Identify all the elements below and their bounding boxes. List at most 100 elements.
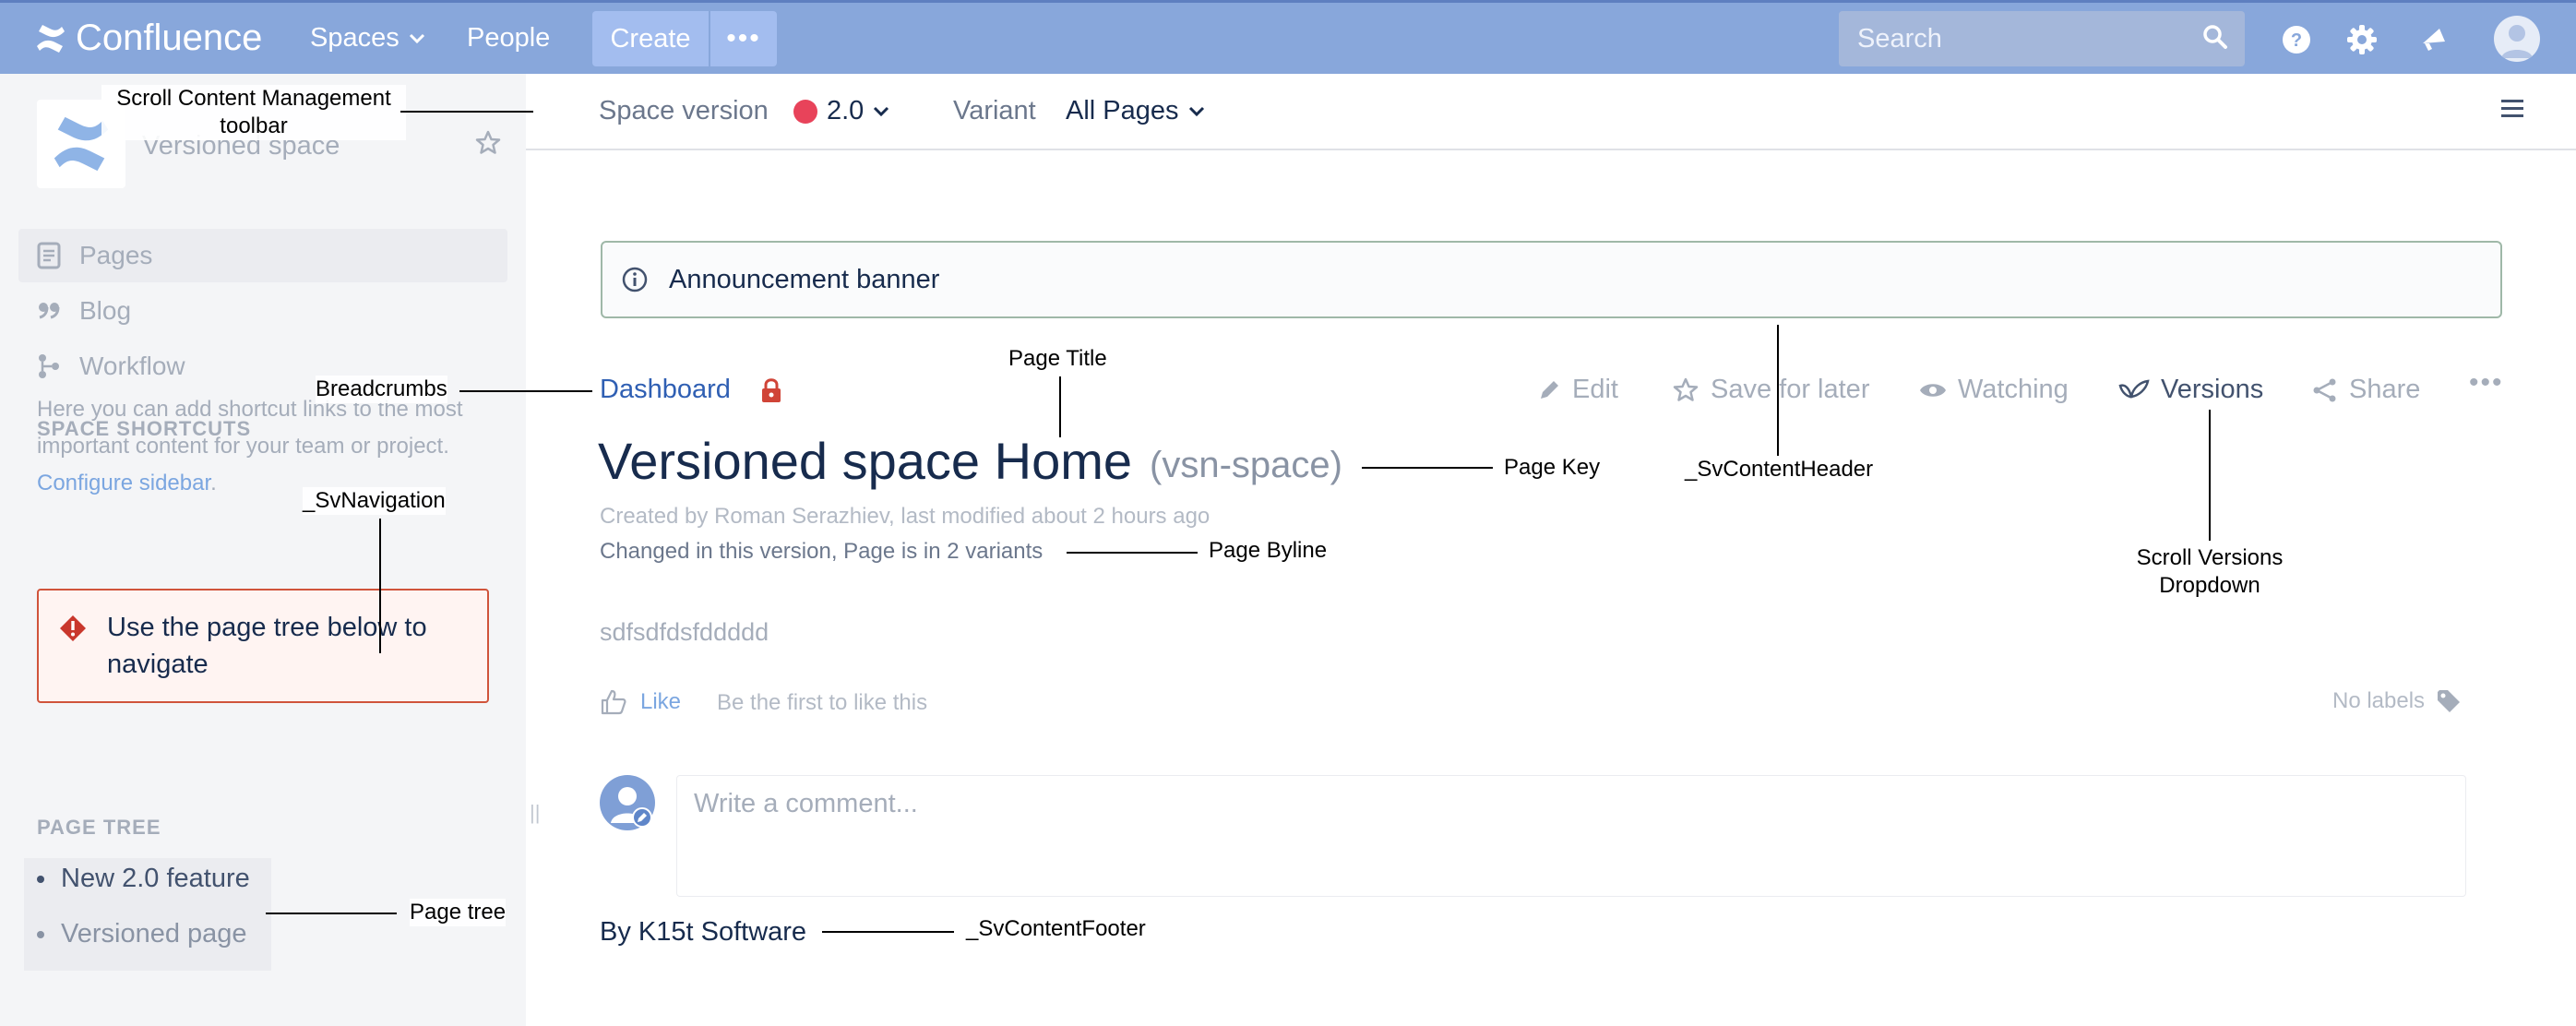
save-for-later-label: Save for later [1711, 375, 1870, 404]
page-key: (vsn-space) [1150, 445, 1342, 485]
page-tree-warning: Use the page tree below to navigate [37, 589, 489, 703]
sidebar-item-label: Workflow [79, 352, 185, 380]
content-footer: By K15t Software [600, 917, 807, 947]
labels-section[interactable]: No labels [2332, 688, 2462, 714]
page-body-text: sdfsdfdsfddddd [600, 618, 769, 646]
variant-value: All Pages [1066, 96, 1179, 125]
more-actions-button[interactable]: ••• [2469, 367, 2504, 399]
annotation-versions-dropdown: Scroll Versions Dropdown [2122, 544, 2297, 600]
star-icon [1673, 377, 1699, 401]
top-navigation-bar: Confluence Spaces People Create ••• ? [0, 0, 2576, 74]
search-box[interactable] [1839, 11, 2245, 66]
annotation-content-header: _SvContentHeader [1685, 456, 1874, 483]
search-icon[interactable] [2202, 24, 2228, 50]
annotation-line [459, 390, 592, 392]
annotation-page-tree: Page tree [410, 899, 507, 926]
space-version-dropdown[interactable]: 2.0 [793, 96, 889, 126]
configure-sidebar-suffix: . [210, 471, 217, 495]
annotation-page-key: Page Key [1504, 454, 1601, 482]
comment-input[interactable] [694, 789, 2449, 883]
search-input[interactable] [1857, 23, 2171, 54]
watching-button[interactable]: Watching [1919, 375, 2069, 405]
space-version-value: 2.0 [827, 96, 865, 125]
breadcrumb-dashboard[interactable]: Dashboard [600, 375, 731, 405]
configure-sidebar-link[interactable]: Configure sidebar [37, 471, 210, 495]
confluence-logo[interactable]: Confluence [35, 18, 262, 59]
sidebar-item-label: Pages [79, 241, 153, 269]
annotation-navigation: _SvNavigation [303, 487, 446, 515]
hamburger-menu-icon[interactable] [2500, 98, 2524, 120]
chevron-down-icon [874, 106, 889, 116]
space-shortcuts-description: Here you can add shortcut links to the m… [37, 391, 471, 502]
page-metadata-created: Created by Roman Serazhiev, last modifie… [600, 504, 1210, 529]
variant-label: Variant [953, 96, 1036, 125]
bullet-icon [37, 930, 44, 938]
page-tree-item-versioned-page[interactable]: Versioned page [37, 919, 247, 949]
annotation-line [1777, 325, 1779, 456]
create-more-button[interactable]: ••• [710, 11, 777, 66]
spaces-menu[interactable]: Spaces [310, 23, 425, 54]
page-byline: Changed in this version, Page is in 2 va… [600, 539, 1044, 564]
toolbar-divider [526, 149, 2576, 150]
tag-icon [2438, 690, 2461, 712]
annotation-line [266, 913, 397, 914]
create-button[interactable]: Create [592, 11, 709, 66]
space-shortcuts-text: Here you can add shortcut links to the m… [37, 397, 463, 459]
quote-icon [39, 303, 60, 319]
like-button[interactable]: Like [600, 688, 681, 716]
annotation-page-title: Page Title [1008, 345, 1107, 373]
like-label: Like [640, 689, 682, 714]
page-tree-item-label: Versioned page [61, 919, 247, 948]
notifications-megaphone-icon[interactable] [2415, 21, 2452, 58]
people-label: People [467, 23, 551, 53]
sidebar-item-label: Blog [79, 296, 132, 325]
sidebar-item-pages[interactable]: Pages [18, 229, 507, 282]
chevron-down-icon [409, 33, 424, 43]
annotation-breadcrumbs: Breadcrumbs [316, 376, 447, 403]
warning-text: Use the page tree below to navigate [107, 613, 427, 679]
user-avatar[interactable] [2494, 16, 2540, 62]
annotation-byline: Page Byline [1209, 537, 1328, 565]
confluence-logo-icon [37, 24, 65, 53]
help-icon[interactable]: ? [2278, 21, 2315, 58]
people-link[interactable]: People [467, 23, 550, 54]
like-note: Be the first to like this [717, 690, 928, 715]
annotation-line [1362, 467, 1493, 469]
annotation-line [2209, 410, 2211, 541]
thumbs-up-icon [601, 689, 626, 715]
user-avatar-icon [2501, 25, 2533, 58]
svg-text:?: ? [2291, 30, 2302, 51]
annotation-line [1059, 376, 1061, 437]
share-label: Share [2349, 375, 2421, 404]
page-icon [37, 242, 61, 269]
annotation-line [379, 519, 381, 653]
page-tree-item-new-feature[interactable]: New 2.0 feature [37, 864, 250, 894]
share-icon [2313, 378, 2336, 401]
edit-button[interactable]: Edit [1537, 375, 1618, 405]
versions-label: Versions [2161, 375, 2264, 404]
annotation-line [1067, 552, 1198, 554]
info-icon [622, 267, 648, 292]
edit-label: Edit [1572, 375, 1618, 404]
sidebar-item-blog[interactable]: Blog [18, 284, 507, 338]
favourite-star-icon[interactable] [474, 129, 502, 157]
share-button[interactable]: Share [2312, 375, 2420, 405]
version-status-dot [793, 99, 817, 124]
restriction-lock-icon[interactable] [759, 376, 783, 404]
versions-dropdown-button[interactable]: Versions [2118, 375, 2263, 405]
eye-icon [1920, 383, 1946, 397]
settings-gear-icon[interactable] [2343, 21, 2380, 58]
annotation-line [822, 931, 954, 933]
annotation-content-footer: _SvContentFooter [966, 915, 1146, 943]
pencil-icon [1541, 380, 1558, 399]
annotation-line [400, 111, 533, 113]
save-for-later-button[interactable]: Save for later [1672, 375, 1869, 405]
page-title: Versioned space Home [598, 432, 1133, 490]
brand-name: Confluence [76, 18, 263, 58]
variant-dropdown[interactable]: All Pages [1066, 96, 1205, 126]
user-avatar-icon [611, 787, 652, 828]
warning-icon [60, 615, 86, 641]
sidebar-resize-handle[interactable]: || [530, 801, 540, 825]
bullet-icon [37, 875, 44, 883]
comment-editor[interactable] [676, 775, 2466, 897]
